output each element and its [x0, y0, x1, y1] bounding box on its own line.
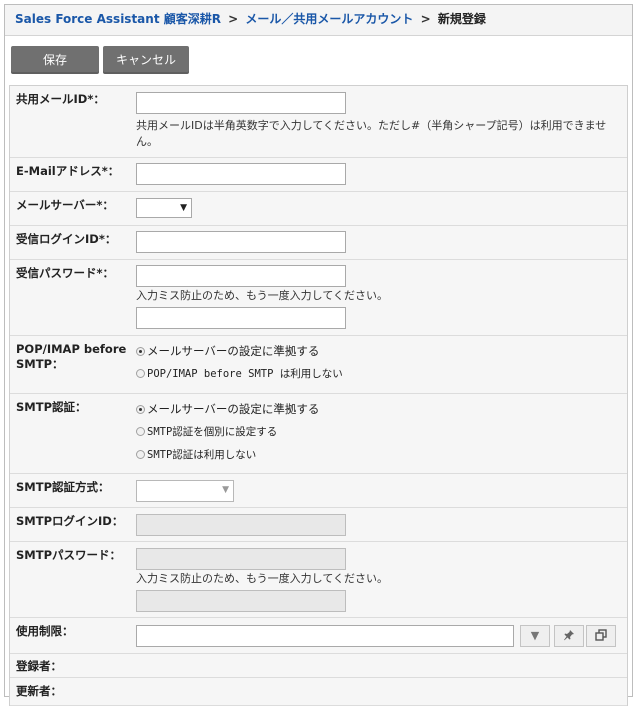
radio-label: メールサーバーの設定に準拠する — [147, 344, 320, 358]
receive-password-input[interactable] — [136, 265, 346, 287]
radio-selected-icon — [136, 347, 145, 356]
radio-label: SMTP認証は利用しない — [147, 449, 257, 461]
chevron-down-icon[interactable]: ▼ — [520, 625, 550, 647]
smtp-auth-option-none[interactable]: SMTP認証は利用しない — [136, 443, 319, 466]
radio-selected-icon — [136, 405, 145, 414]
updated-by-label: 更新者： — [16, 684, 62, 698]
toolbar: 保存 キャンセル — [5, 36, 632, 80]
shared-mail-id-hint: 共用メールIDは半角英数字で入力してください。ただし#（半角シャープ記号）は利用… — [136, 119, 607, 148]
receive-login-id-label: 受信ログインID*： — [16, 232, 117, 246]
smtp-password-row: SMTPパスワード： 入力ミス防止のため、もう一度入力してください。 — [10, 542, 627, 618]
mail-server-select[interactable]: ▼ — [136, 198, 192, 218]
radio-label: POP/IMAP before SMTP は利用しない — [147, 368, 343, 380]
account-form: 共用メールID*： 共用メールIDは半角英数字で入力してください。ただし#（半角… — [9, 85, 628, 706]
radio-label: メールサーバーの設定に準拠する — [147, 402, 320, 416]
smtp-password-confirm-input — [136, 590, 346, 612]
receive-login-id-row: 受信ログインID*： — [10, 226, 627, 260]
pin-icon[interactable] — [554, 625, 584, 647]
radio-icon — [136, 369, 145, 378]
usage-restriction-label: 使用制限： — [16, 624, 74, 638]
shared-mail-id-input[interactable] — [136, 92, 346, 114]
pop-before-smtp-option-default[interactable]: メールサーバーの設定に準拠する — [136, 340, 343, 362]
shared-mail-id-label: 共用メールID*： — [16, 92, 105, 106]
smtp-password-label: SMTPパスワード： — [16, 548, 121, 562]
receive-login-id-input[interactable] — [136, 231, 346, 253]
radio-icon — [136, 427, 145, 436]
smtp-password-confirm-hint: 入力ミス防止のため、もう一度入力してください。 — [136, 572, 389, 585]
smtp-auth-option-default[interactable]: メールサーバーの設定に準拠する — [136, 398, 319, 420]
smtp-auth-method-label: SMTP認証方式： — [16, 480, 110, 494]
mail-server-row: メールサーバー*： ▼ — [10, 192, 627, 226]
mail-server-label: メールサーバー*： — [16, 198, 114, 212]
pop-before-smtp-option-disabled[interactable]: POP/IMAP before SMTP は利用しない — [136, 362, 343, 385]
smtp-auth-row: SMTP認証： メールサーバーの設定に準拠する SMTP認証を個別に設定する S… — [10, 394, 627, 474]
chevron-down-icon: ▼ — [180, 203, 187, 213]
breadcrumb-section-link[interactable]: メール／共用メールアカウント — [245, 12, 413, 26]
smtp-password-input — [136, 548, 346, 570]
email-input[interactable] — [136, 163, 346, 185]
chevron-down-icon: ▼ — [222, 485, 229, 495]
radio-icon — [136, 450, 145, 459]
usage-restriction-row: 使用制限： ▼ — [10, 618, 627, 654]
usage-restriction-input[interactable] — [136, 625, 514, 647]
breadcrumb-app-link[interactable]: Sales Force Assistant 顧客深耕R — [15, 12, 221, 26]
receive-password-confirm-input[interactable] — [136, 307, 346, 329]
smtp-login-id-input — [136, 514, 346, 536]
cancel-button[interactable]: キャンセル — [103, 46, 189, 74]
smtp-auth-method-select[interactable]: ▼ — [136, 480, 234, 502]
smtp-login-id-label: SMTPログインID： — [16, 514, 124, 528]
breadcrumb: Sales Force Assistant 顧客深耕R > メール／共用メールア… — [5, 5, 632, 36]
page-frame: Sales Force Assistant 顧客深耕R > メール／共用メールア… — [4, 4, 633, 706]
updated-by-row: 更新者： — [10, 678, 627, 706]
registered-by-label: 登録者： — [16, 659, 62, 673]
pop-before-smtp-label: POP/IMAP before SMTP： — [16, 342, 127, 371]
radio-label: SMTP認証を個別に設定する — [147, 426, 278, 438]
receive-password-label: 受信パスワード*： — [16, 266, 115, 280]
email-row: E-Mailアドレス*： — [10, 158, 627, 192]
receive-password-row: 受信パスワード*： 入力ミス防止のため、もう一度入力してください。 — [10, 260, 627, 336]
smtp-auth-option-custom[interactable]: SMTP認証を個別に設定する — [136, 420, 319, 443]
pop-before-smtp-row: POP/IMAP before SMTP： メールサーバーの設定に準拠する PO… — [10, 336, 627, 394]
save-button[interactable]: 保存 — [11, 46, 99, 74]
email-label: E-Mailアドレス*： — [16, 164, 120, 178]
breadcrumb-separator: > — [420, 12, 431, 26]
registered-by-row: 登録者： — [10, 654, 627, 678]
receive-password-confirm-hint: 入力ミス防止のため、もう一度入力してください。 — [136, 289, 389, 302]
smtp-auth-method-row: SMTP認証方式： ▼ — [10, 474, 627, 508]
smtp-login-id-row: SMTPログインID： — [10, 508, 627, 542]
smtp-auth-label: SMTP認証： — [16, 400, 87, 414]
breadcrumb-current: 新規登録 — [437, 12, 486, 26]
shared-mail-id-row: 共用メールID*： 共用メールIDは半角英数字で入力してください。ただし#（半角… — [10, 86, 627, 158]
breadcrumb-separator: > — [228, 12, 239, 26]
copy-icon[interactable] — [586, 625, 616, 647]
